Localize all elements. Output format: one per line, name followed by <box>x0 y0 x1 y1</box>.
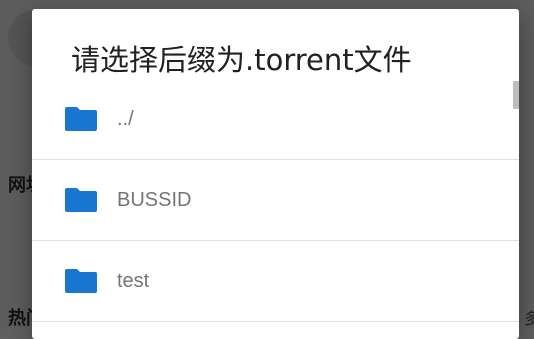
scrollbar[interactable] <box>513 81 519 109</box>
background-right-text: 多 <box>524 309 534 328</box>
folder-icon <box>65 269 97 293</box>
file-picker-dialog: 请选择后缀为.torrent文件 ../ BUSSID test <box>32 9 519 339</box>
folder-icon <box>65 107 97 131</box>
file-list: ../ BUSSID test <box>32 79 519 322</box>
dialog-title: 请选择后缀为.torrent文件 <box>71 43 412 77</box>
file-row-test[interactable]: test <box>32 241 519 322</box>
file-name: test <box>117 270 150 292</box>
file-name: ../ <box>117 108 134 130</box>
file-name: BUSSID <box>117 189 192 211</box>
file-row-bussid[interactable]: BUSSID <box>32 160 519 241</box>
folder-icon <box>65 188 97 212</box>
file-row-parent-directory[interactable]: ../ <box>32 79 519 160</box>
